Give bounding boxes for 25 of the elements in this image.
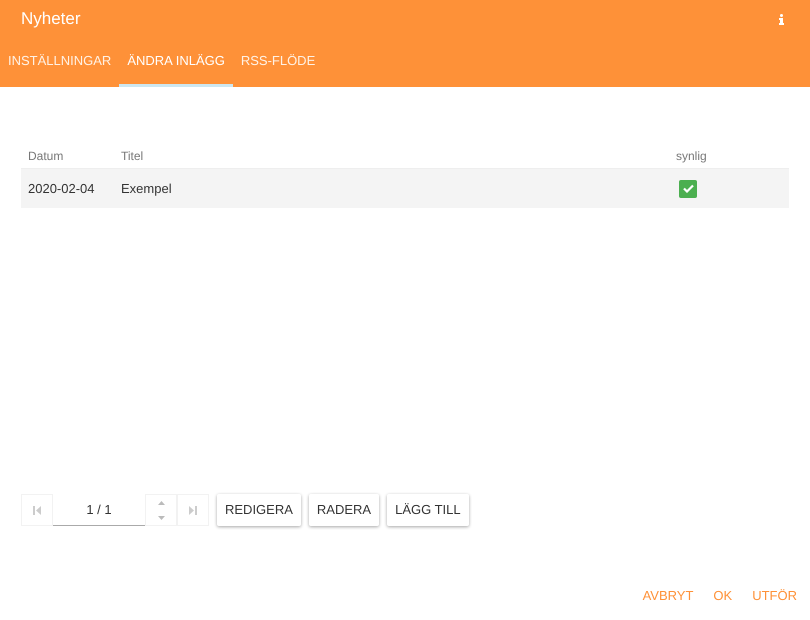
- column-header: Datum: [27, 148, 64, 164]
- down-arrow-icon: [158, 516, 164, 520]
- first-page-icon: [33, 506, 41, 514]
- page-field[interactable]: 1 / 1: [53, 494, 145, 526]
- table-cell-text: 2020-02-04: [27, 180, 96, 198]
- info-icon[interactable]: [779, 14, 784, 24]
- table-row[interactable]: 2020-02-04 Exempel: [21, 169, 789, 208]
- action-button[interactable]: LÄGG TILL: [387, 494, 469, 526]
- footer-button[interactable]: UTFÖR: [744, 582, 805, 610]
- column-header: Titel: [121, 148, 144, 164]
- column-header: synlig: [676, 148, 708, 164]
- table-cell-text: Exempel: [121, 180, 173, 198]
- footer-button[interactable]: AVBRYT: [634, 582, 702, 610]
- action-button[interactable]: RADERA: [308, 494, 380, 526]
- checkbox[interactable]: [679, 180, 697, 198]
- footer-button[interactable]: OK: [705, 582, 740, 610]
- up-arrow-icon: [158, 500, 164, 504]
- window-title: Nyheter: [21, 8, 81, 30]
- action-button[interactable]: REDIGERA: [217, 494, 301, 526]
- tab[interactable]: RSS-FLÖDE: [232, 38, 324, 87]
- page-spinner[interactable]: [145, 494, 177, 526]
- last-page-icon: [189, 506, 197, 514]
- tab[interactable]: INSTÄLLNINGAR: [0, 38, 120, 87]
- tab[interactable]: ÄNDRA INLÄGG: [119, 38, 233, 87]
- check-icon: [682, 184, 694, 193]
